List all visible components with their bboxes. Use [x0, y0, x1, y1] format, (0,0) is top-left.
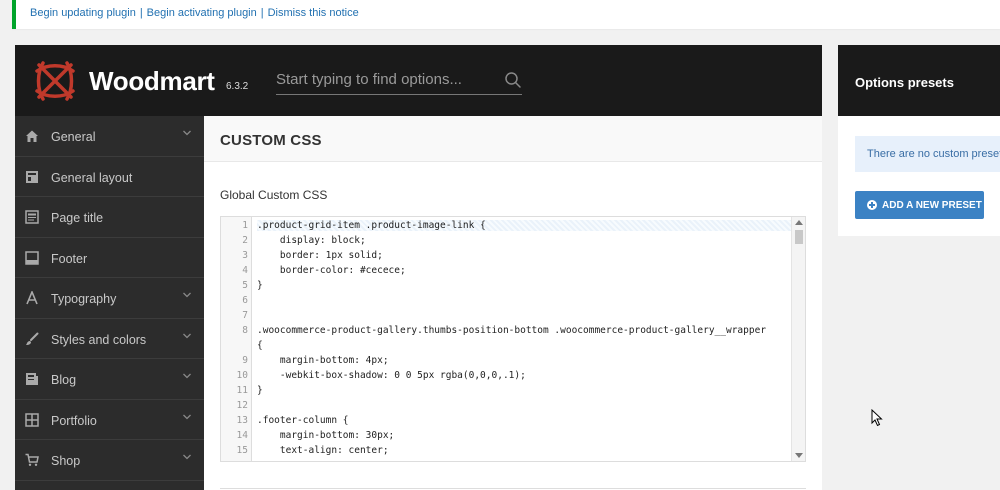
line-number: 1	[242, 220, 248, 231]
code-line: }	[257, 280, 263, 291]
sidebar-item-label: Typography	[51, 292, 117, 306]
chevron-down-icon	[183, 414, 191, 419]
code-line: -webkit-box-shadow: 0 0 5px rgba(0,0,0,.…	[257, 370, 526, 381]
cart-icon	[25, 453, 39, 466]
options-content: CUSTOM CSS Global Custom CSS 1 2 3 4 5 6…	[204, 116, 822, 490]
options-sidebar: General General layout Page title Footer…	[15, 116, 204, 490]
line-number: 4	[242, 265, 248, 276]
sidebar-item-portfolio[interactable]: Portfolio	[15, 400, 204, 440]
line-number: 7	[242, 310, 248, 321]
line-number: 8	[242, 325, 248, 336]
line-number: 11	[236, 385, 248, 396]
chevron-down-icon	[183, 454, 191, 460]
typography-icon	[26, 291, 38, 305]
line-number: 3	[242, 250, 248, 261]
sidebar-item-label: Blog	[51, 373, 77, 387]
sidebar-item-shop[interactable]: Shop	[15, 440, 204, 481]
code-line: }	[257, 385, 263, 396]
custom-css-editor[interactable]: 1 2 3 4 5 6 7 8 9 10 11 12 13 14 15 .pro…	[220, 216, 806, 462]
line-number: 13	[236, 415, 248, 426]
page-title-icon	[25, 210, 39, 224]
sidebar-item-label: Styles and colors	[51, 332, 147, 347]
plugin-notice: Begin updating plugin | Begin activating p…	[12, 0, 1000, 29]
line-number: 10	[236, 370, 248, 381]
portfolio-icon	[25, 412, 39, 427]
code-line: .product-grid-item .product-image-link {	[257, 220, 791, 231]
options-search-input[interactable]: Start typing to find options...	[276, 67, 522, 95]
layout-icon	[26, 170, 38, 183]
line-number: 5	[242, 280, 248, 291]
mouse-cursor-icon	[871, 409, 883, 427]
sidebar-item-footer[interactable]: Footer	[15, 238, 204, 278]
search-placeholder: Start typing to find options...	[276, 71, 462, 88]
scroll-up-arrow-icon[interactable]	[795, 220, 803, 225]
plus-circle-icon	[867, 200, 877, 210]
sidebar-item-page-title[interactable]: Page title	[15, 197, 204, 238]
code-line: margin-bottom: 4px;	[257, 355, 389, 366]
chevron-down-icon	[183, 130, 191, 136]
presets-panel: There are no custom presets ADD A NEW PR…	[838, 116, 1000, 236]
code-line: text-align: center;	[257, 445, 389, 456]
presets-title: Options presets	[855, 75, 954, 90]
line-number: 14	[236, 430, 248, 441]
scrollbar-thumb[interactable]	[795, 230, 803, 244]
section-header: CUSTOM CSS	[204, 116, 822, 162]
add-new-preset-button[interactable]: ADD A NEW PRESET	[855, 191, 984, 219]
line-number: 9	[242, 355, 248, 366]
notice-separator: |	[139, 7, 143, 19]
editor-scrollbar[interactable]	[791, 217, 805, 461]
sidebar-item-label: Page title	[51, 211, 104, 225]
sidebar-item-label: Portfolio	[51, 413, 97, 428]
search-icon[interactable]	[504, 71, 522, 89]
options-header: Woodmart 6.3.2 Start typing to find opti…	[15, 45, 822, 116]
code-line: border: 1px solid;	[257, 250, 383, 261]
brush-icon	[26, 332, 39, 345]
scroll-down-arrow-icon[interactable]	[795, 453, 803, 458]
add-preset-label: ADD A NEW PRESET	[882, 200, 982, 211]
chevron-down-icon	[183, 373, 191, 379]
sidebar-item-styles-and-colors[interactable]: Styles and colors	[15, 319, 204, 359]
footer-icon	[25, 250, 39, 265]
begin-updating-plugin-link[interactable]: Begin updating plugin	[30, 7, 136, 19]
code-line: border-color: #cecece;	[257, 265, 406, 276]
code-line: {	[257, 340, 263, 351]
brand-name: Woodmart	[89, 66, 215, 96]
begin-activating-plugin-link[interactable]: Begin activating plugin	[147, 7, 257, 19]
sidebar-item-label: General layout	[51, 170, 133, 185]
notice-links: Begin updating plugin | Begin activating p…	[30, 7, 359, 19]
line-number: 2	[242, 235, 248, 246]
chevron-down-icon	[183, 292, 191, 298]
code-line: .footer-column {	[257, 415, 349, 426]
no-presets-notice: There are no custom presets	[855, 136, 1000, 172]
code-line: .woocommerce-product-gallery.thumbs-posi…	[257, 325, 767, 336]
notice-separator: |	[260, 7, 264, 19]
chevron-down-icon	[183, 333, 191, 338]
version-label: 6.3.2	[226, 81, 249, 92]
sidebar-item-general[interactable]: General	[15, 116, 204, 157]
code-line: margin-bottom: 30px;	[257, 430, 395, 441]
sidebar-item-general-layout[interactable]: General layout	[15, 157, 204, 197]
code-line: display: block;	[257, 235, 366, 246]
section-title: CUSTOM CSS	[220, 132, 322, 149]
sidebar-item-typography[interactable]: Typography	[15, 278, 204, 319]
dismiss-notice-link[interactable]: Dismiss this notice	[268, 7, 359, 19]
sidebar-item-label: Footer	[51, 251, 88, 266]
blog-icon	[26, 373, 38, 385]
sidebar-item-label: Shop	[51, 454, 81, 468]
woodmart-logo-icon	[35, 61, 75, 101]
presets-header: Options presets	[838, 45, 1000, 116]
line-number: 15	[236, 445, 248, 456]
home-icon	[26, 130, 38, 142]
line-number: 12	[236, 400, 248, 411]
sidebar-item-label: General	[51, 130, 96, 144]
sidebar-item-blog[interactable]: Blog	[15, 359, 204, 400]
line-number: 6	[242, 295, 248, 306]
field-title: Global Custom CSS	[220, 188, 328, 202]
line-number-gutter: 1 2 3 4 5 6 7 8 9 10 11 12 13 14 15	[221, 217, 252, 461]
code-area[interactable]: .product-grid-item .product-image-link {…	[257, 217, 791, 461]
